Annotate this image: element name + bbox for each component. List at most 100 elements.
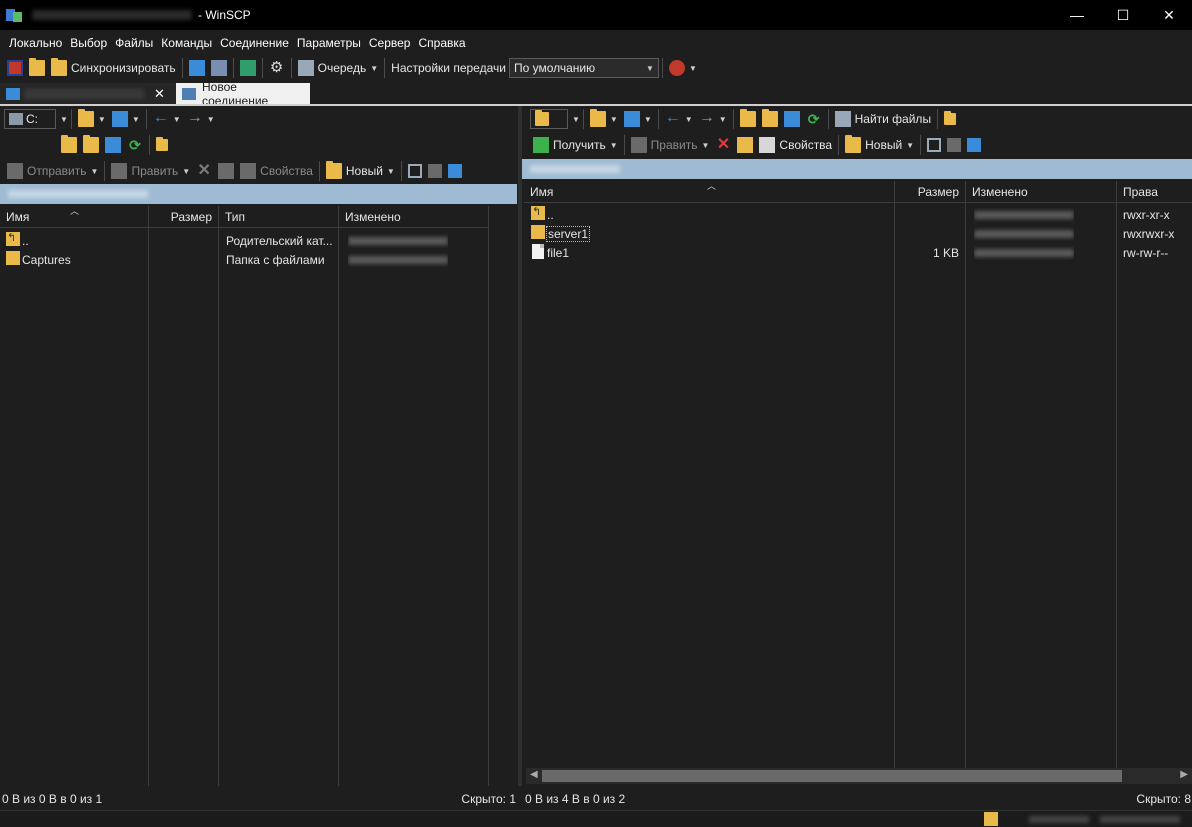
left-refresh-button[interactable]: ⟳ bbox=[124, 134, 146, 156]
queue-button[interactable]: Очередь ▼ bbox=[295, 57, 382, 79]
left-edit-button[interactable]: Править ▼ bbox=[108, 160, 193, 182]
right-rename-button[interactable] bbox=[734, 134, 756, 156]
minimize-button[interactable]: — bbox=[1054, 0, 1100, 30]
left-home-button[interactable] bbox=[102, 134, 124, 156]
right-filter-select-button[interactable] bbox=[964, 134, 984, 156]
left-select-all-button[interactable] bbox=[405, 160, 425, 182]
right-root-dir-button[interactable] bbox=[759, 108, 781, 130]
redacted-session-info bbox=[1029, 816, 1089, 823]
right-deselect-button[interactable] bbox=[944, 134, 964, 156]
left-filter-button[interactable]: ▼ bbox=[109, 108, 143, 130]
left-forward-button[interactable]: ▼ bbox=[184, 108, 218, 130]
scroll-right-icon[interactable]: ▶ bbox=[1180, 769, 1188, 780]
tab-new-session[interactable]: Новое соединение bbox=[176, 80, 310, 108]
scroll-left-icon[interactable]: ◀ bbox=[530, 769, 538, 780]
left-col-size[interactable]: Размер bbox=[149, 206, 219, 228]
right-home-button[interactable] bbox=[781, 108, 803, 130]
redacted-session-time bbox=[1100, 816, 1180, 823]
chevron-down-icon[interactable]: ▼ bbox=[60, 115, 68, 124]
left-new-button[interactable]: Новый ▼ bbox=[323, 160, 398, 182]
menu-files[interactable]: Файлы bbox=[111, 36, 157, 50]
right-edit-button[interactable]: Править ▼ bbox=[628, 134, 713, 156]
right-path-bar[interactable] bbox=[522, 159, 1192, 179]
right-dir-select[interactable] bbox=[530, 109, 568, 129]
right-tree-button[interactable] bbox=[941, 108, 959, 130]
left-rename-button[interactable] bbox=[215, 160, 237, 182]
left-col-modified[interactable]: Изменено bbox=[339, 206, 489, 228]
scroll-thumb[interactable] bbox=[542, 770, 1122, 782]
menu-local[interactable]: Локально bbox=[0, 36, 66, 50]
parent-folder-icon bbox=[6, 232, 20, 246]
left-drive-select[interactable]: C: bbox=[4, 109, 56, 129]
right-select-all-button[interactable] bbox=[924, 134, 944, 156]
menu-mark[interactable]: Выбор bbox=[66, 36, 111, 50]
send-button[interactable]: Отправить ▼ bbox=[4, 160, 101, 182]
panel-splitter[interactable] bbox=[518, 106, 522, 786]
left-properties-button[interactable]: Свойства bbox=[237, 160, 316, 182]
right-delete-button[interactable]: ✕ bbox=[712, 134, 734, 156]
open-terminal-button[interactable] bbox=[186, 57, 208, 79]
right-filter-button[interactable]: ▼ bbox=[621, 108, 655, 130]
left-path-bar[interactable] bbox=[0, 184, 517, 204]
table-row[interactable]: Captures Папка с файлами bbox=[0, 250, 517, 269]
left-parent-dir-button[interactable] bbox=[58, 134, 80, 156]
left-file-list: Имя ︿ Размер Тип Изменено .. Родительский… bbox=[0, 206, 517, 786]
transfer-preset-select[interactable]: По умолчанию ▼ bbox=[508, 58, 659, 78]
table-row[interactable]: .. rwxr-xr-x bbox=[524, 205, 1192, 224]
right-col-rights[interactable]: Права bbox=[1117, 181, 1192, 203]
maximize-button[interactable]: ☐ bbox=[1100, 0, 1146, 30]
plus-icon bbox=[407, 164, 422, 178]
redacted-session-name bbox=[32, 10, 192, 20]
refresh-sync-button[interactable] bbox=[237, 57, 259, 79]
left-delete-button[interactable]: ✕ bbox=[193, 160, 215, 182]
transfer-options-button[interactable]: ▼ bbox=[666, 57, 700, 79]
right-col-modified[interactable]: Изменено bbox=[966, 181, 1117, 203]
right-properties-button[interactable]: Свойства bbox=[756, 134, 835, 156]
tab-current-session[interactable]: ✕ bbox=[0, 83, 176, 104]
left-deselect-button[interactable] bbox=[425, 160, 445, 182]
new-folder-icon bbox=[845, 135, 862, 153]
right-row-name: file1 bbox=[547, 245, 570, 260]
left-open-dir-button[interactable]: ▼ bbox=[75, 108, 109, 130]
left-root-dir-button[interactable] bbox=[80, 134, 102, 156]
preferences-button[interactable]: ⚙ bbox=[266, 57, 288, 79]
table-row[interactable]: file1 1 KB rw-rw-r-- bbox=[524, 243, 1192, 262]
right-refresh-button[interactable]: ⟳ bbox=[803, 108, 825, 130]
left-row-name: .. bbox=[22, 233, 29, 248]
left-col-name[interactable]: Имя ︿ bbox=[0, 206, 149, 228]
menu-commands[interactable]: Команды bbox=[157, 36, 216, 50]
right-status-hidden: Скрыто: 8 bbox=[1136, 792, 1191, 806]
left-properties-label: Свойства bbox=[260, 164, 313, 178]
right-parent-dir-button[interactable] bbox=[737, 108, 759, 130]
minus-icon bbox=[427, 164, 442, 178]
right-horizontal-scrollbar[interactable]: ◀ ▶ bbox=[526, 768, 1192, 784]
left-row-type: Папка с файлами bbox=[226, 252, 325, 267]
compare-directories-button[interactable] bbox=[4, 57, 26, 79]
menu-remote[interactable]: Сервер bbox=[365, 36, 415, 50]
left-tree-button[interactable] bbox=[153, 134, 171, 156]
table-row[interactable]: server1 rwxrwxr-x bbox=[524, 224, 1192, 243]
left-back-button[interactable]: ▼ bbox=[150, 108, 184, 130]
get-button[interactable]: Получить ▼ bbox=[530, 134, 621, 156]
synchronize-button[interactable]: Синхронизировать bbox=[48, 57, 179, 79]
menu-help[interactable]: Справка bbox=[414, 36, 469, 50]
right-col-name[interactable]: Имя ︿ bbox=[524, 181, 895, 203]
sync-browse-button[interactable] bbox=[26, 57, 48, 79]
left-filter-select-button[interactable] bbox=[445, 160, 465, 182]
table-row[interactable]: .. Родительский кат... bbox=[0, 231, 517, 250]
chevron-down-icon[interactable]: ▼ bbox=[572, 115, 580, 124]
close-tab-icon[interactable]: ✕ bbox=[154, 86, 165, 102]
right-forward-button[interactable]: ▼ bbox=[696, 108, 730, 130]
menu-options[interactable]: Параметры bbox=[293, 36, 365, 50]
right-back-button[interactable]: ▼ bbox=[662, 108, 696, 130]
left-col-type[interactable]: Тип bbox=[219, 206, 339, 228]
right-col-size[interactable]: Размер bbox=[895, 181, 966, 203]
close-window-button[interactable]: ✕ bbox=[1146, 0, 1192, 30]
right-new-button[interactable]: Новый ▼ bbox=[842, 134, 917, 156]
menu-session[interactable]: Соединение bbox=[216, 36, 293, 50]
synchronize-label: Синхронизировать bbox=[71, 61, 176, 75]
right-col-size-label: Размер bbox=[917, 184, 959, 199]
putty-button[interactable] bbox=[208, 57, 230, 79]
right-open-dir-button[interactable]: ▼ bbox=[587, 108, 621, 130]
find-files-button[interactable]: Найти файлы bbox=[832, 108, 934, 130]
